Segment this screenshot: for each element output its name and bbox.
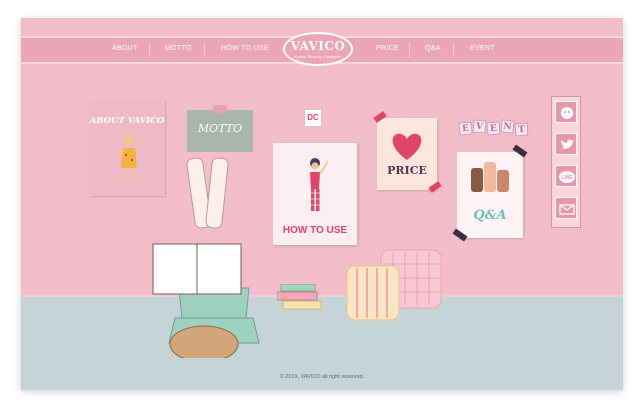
footer-copyright: © 2019, VAVICO all right reserved. <box>279 374 365 380</box>
nav-price[interactable]: PRICE <box>376 45 399 52</box>
twitter-icon <box>561 139 574 149</box>
qa-poster-label: Q&A <box>473 208 507 223</box>
price-poster-label: PRICE <box>387 164 427 177</box>
heart-icon <box>392 133 422 160</box>
line-button[interactable]: LINE <box>555 165 577 187</box>
pillows-illustration <box>346 249 442 321</box>
tape <box>428 181 442 193</box>
nav-separator <box>149 43 150 57</box>
event-letter: E <box>458 121 473 136</box>
nav-motto[interactable]: MOTTO <box>165 45 192 52</box>
nav-event[interactable]: EVENT <box>470 45 495 52</box>
event-banner[interactable]: E V E N T <box>458 119 531 142</box>
event-letter: N <box>500 119 515 134</box>
mail-button[interactable] <box>555 197 577 219</box>
motto-poster[interactable]: MOTTO <box>187 105 253 152</box>
nav-separator <box>409 43 410 57</box>
kakao-icon <box>561 107 573 119</box>
mail-icon <box>559 204 575 215</box>
line-icon-label: LINE <box>561 175 573 181</box>
line-icon: LINE <box>559 171 575 183</box>
qa-poster[interactable]: Q&A <box>452 144 528 242</box>
tape <box>213 105 227 113</box>
nav-how-to-use[interactable]: HOW TO USE <box>221 45 269 52</box>
nav-separator <box>204 43 205 57</box>
kakao-button[interactable] <box>555 101 577 123</box>
girl-reading-illustration <box>152 157 260 358</box>
event-letter: T <box>514 122 529 137</box>
dc-badge[interactable]: DC <box>304 109 322 127</box>
event-letter: V <box>472 119 487 134</box>
event-letter: E <box>486 121 501 136</box>
logo-subtitle: Korea Beauty Cosmetic <box>294 54 342 59</box>
motto-poster-label: MOTTO <box>197 122 243 135</box>
price-poster[interactable]: PRICE <box>373 111 442 193</box>
dc-badge-label: DC <box>307 113 319 122</box>
tape <box>373 111 387 123</box>
nav-separator <box>453 43 454 57</box>
vavico-logo[interactable]: VAVICO Korea Beauty Cosmetic <box>283 32 353 66</box>
nav-about[interactable]: ABOUT <box>112 45 138 52</box>
logo-title: VAVICO <box>290 39 346 53</box>
page-frame: ABOUT MOTTO HOW TO USE PRICE Q&A EVENT V… <box>21 18 623 390</box>
social-sidebar: LINE <box>551 96 581 228</box>
raised-fists-illustration <box>471 162 509 192</box>
twitter-button[interactable] <box>555 133 577 155</box>
nav-qa[interactable]: Q&A <box>425 45 441 52</box>
